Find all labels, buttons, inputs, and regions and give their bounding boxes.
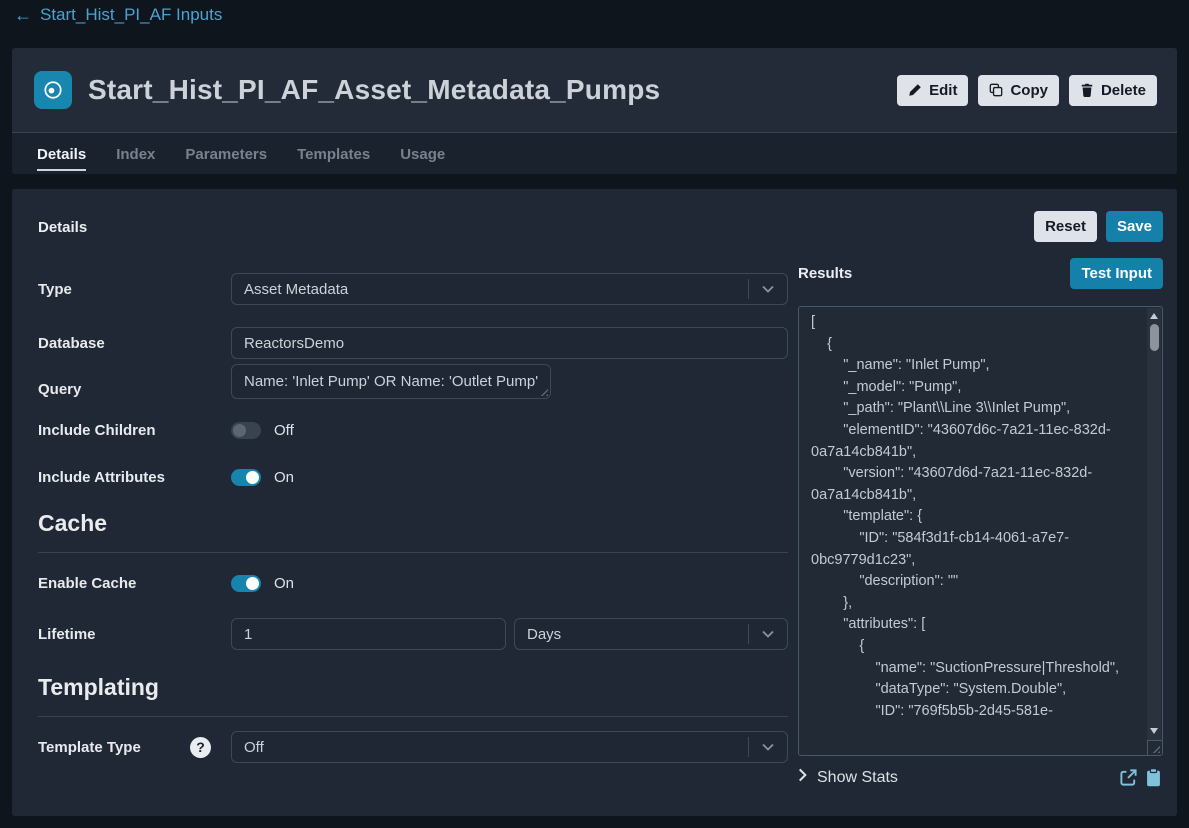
- chevron-down-icon: [749, 630, 787, 638]
- include-attributes-toggle[interactable]: [231, 469, 261, 486]
- save-button[interactable]: Save: [1106, 211, 1163, 242]
- delete-button[interactable]: Delete: [1069, 75, 1157, 106]
- include-children-state: Off: [274, 422, 294, 439]
- cache-section-title: Cache: [38, 510, 788, 537]
- resize-grip-icon: [1150, 743, 1160, 753]
- lifetime-unit-value: Days: [527, 626, 748, 643]
- lifetime-label: Lifetime: [38, 626, 231, 643]
- include-children-toggle[interactable]: [231, 422, 261, 439]
- templating-section-title: Templating: [38, 674, 788, 701]
- enable-cache-state: On: [274, 575, 294, 592]
- open-external-icon[interactable]: [1119, 768, 1138, 787]
- title-row: Start_Hist_PI_AF_Asset_Metadata_Pumps Ed…: [12, 48, 1177, 132]
- copy-to-clipboard-icon[interactable]: [1144, 768, 1163, 787]
- type-select[interactable]: Asset Metadata: [231, 273, 788, 305]
- tab-usage[interactable]: Usage: [400, 133, 445, 174]
- details-card: Details Reset Save Type Asset Metadata: [12, 189, 1177, 816]
- tab-index[interactable]: Index: [116, 133, 155, 174]
- copy-button[interactable]: Copy: [978, 75, 1059, 106]
- edit-button[interactable]: Edit: [897, 75, 968, 106]
- back-link[interactable]: ← Start_Hist_PI_AF Inputs: [14, 5, 222, 25]
- input-type-icon: [34, 71, 72, 109]
- results-resize-corner[interactable]: [1147, 740, 1162, 755]
- tab-bar: Details Index Parameters Templates Usage: [12, 132, 1177, 174]
- pencil-icon: [908, 83, 922, 97]
- top-bar: ← Start_Hist_PI_AF Inputs: [0, 0, 1189, 34]
- back-arrow-icon: ←: [14, 6, 32, 24]
- header-card: Start_Hist_PI_AF_Asset_Metadata_Pumps Ed…: [12, 48, 1177, 174]
- tab-parameters[interactable]: Parameters: [185, 133, 267, 174]
- divider: [38, 552, 788, 553]
- results-scrollbar[interactable]: [1147, 308, 1161, 754]
- enable-cache-toggle[interactable]: [231, 575, 261, 592]
- query-textarea[interactable]: Name: 'Inlet Pump' OR Name: 'Outlet Pump…: [231, 364, 551, 399]
- include-children-label: Include Children: [38, 422, 231, 439]
- results-output-box[interactable]: [ { "_name": "Inlet Pump", "_model": "Pu…: [798, 306, 1163, 756]
- template-type-select[interactable]: Off: [231, 731, 788, 763]
- chevron-down-icon: [749, 285, 787, 293]
- resize-grip-icon[interactable]: [538, 386, 548, 396]
- results-column: Results Test Input [ { "_name": "Inlet P…: [798, 249, 1163, 787]
- tab-details[interactable]: Details: [37, 133, 86, 174]
- include-attributes-label: Include Attributes: [38, 469, 231, 486]
- chevron-down-icon: [749, 743, 787, 751]
- results-title: Results: [798, 265, 852, 282]
- scrollbar-thumb[interactable]: [1150, 324, 1159, 351]
- include-attributes-state: On: [274, 469, 294, 486]
- back-link-label: Start_Hist_PI_AF Inputs: [40, 5, 222, 25]
- form-column: Type Asset Metadata Database ReactorsDem…: [38, 249, 788, 787]
- scroll-up-icon[interactable]: [1150, 313, 1158, 319]
- copy-icon: [989, 83, 1003, 97]
- database-label: Database: [38, 335, 231, 352]
- test-input-button[interactable]: Test Input: [1070, 258, 1163, 289]
- help-icon[interactable]: ?: [190, 737, 211, 758]
- show-stats-toggle[interactable]: Show Stats: [798, 768, 898, 787]
- lifetime-unit-select[interactable]: Days: [514, 618, 788, 650]
- type-select-value: Asset Metadata: [244, 281, 748, 298]
- reset-button[interactable]: Reset: [1034, 211, 1097, 242]
- type-label: Type: [38, 281, 231, 298]
- trash-icon: [1080, 83, 1094, 97]
- delete-button-label: Delete: [1101, 82, 1146, 99]
- divider: [38, 716, 788, 717]
- database-input[interactable]: ReactorsDemo: [231, 327, 788, 359]
- query-textarea-value: Name: 'Inlet Pump' OR Name: 'Outlet Pump…: [244, 373, 538, 390]
- chevron-right-icon: [798, 768, 807, 787]
- copy-button-label: Copy: [1010, 82, 1048, 99]
- enable-cache-label: Enable Cache: [38, 575, 231, 592]
- lifetime-value-input[interactable]: 1: [231, 618, 506, 650]
- edit-button-label: Edit: [929, 82, 957, 99]
- tab-templates[interactable]: Templates: [297, 133, 370, 174]
- template-type-label: Template Type: [38, 739, 141, 756]
- scroll-down-icon[interactable]: [1150, 728, 1158, 734]
- template-type-value: Off: [244, 739, 748, 756]
- show-stats-label: Show Stats: [817, 769, 898, 787]
- query-label: Query: [38, 373, 231, 398]
- page-title: Start_Hist_PI_AF_Asset_Metadata_Pumps: [88, 74, 660, 106]
- results-json-text: [ { "_name": "Inlet Pump", "_model": "Pu…: [811, 312, 1134, 755]
- details-section-title: Details: [38, 211, 87, 236]
